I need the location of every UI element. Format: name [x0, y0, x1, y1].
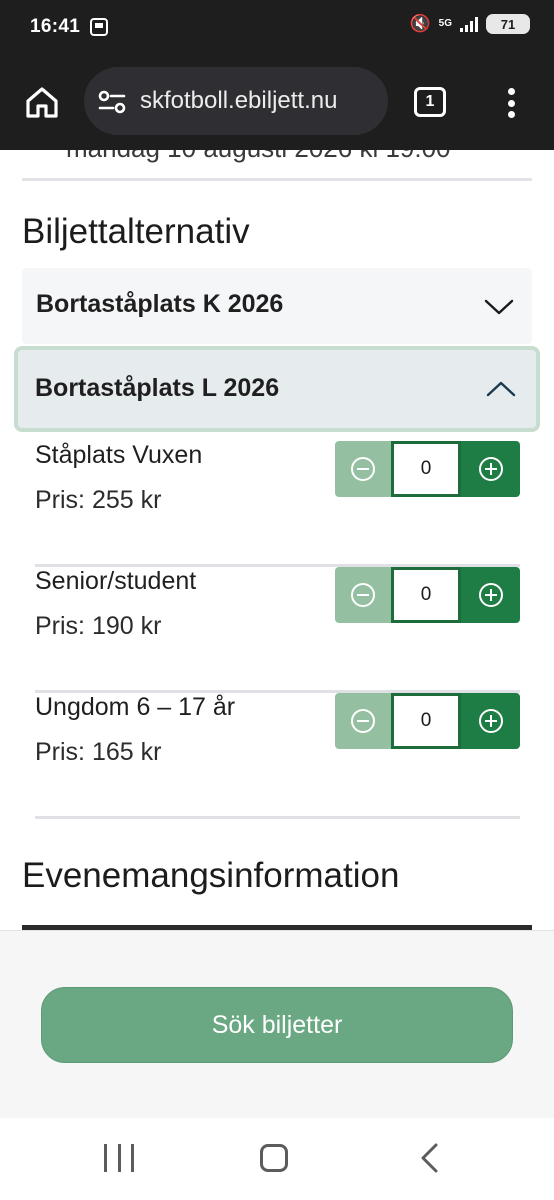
home-icon	[26, 87, 58, 118]
increase-button[interactable]	[461, 567, 520, 623]
ticket-section-title: Biljettalternativ	[22, 212, 250, 251]
status-icons: 🔇 5G 71	[409, 14, 530, 34]
back-icon[interactable]	[418, 1142, 440, 1174]
ticket-row: Ungdom 6 – 17 år Pris: 165 kr 0	[35, 693, 520, 819]
address-bar[interactable]: skfotboll.ebiljett.nu	[84, 67, 388, 135]
ticket-name: Ståplats Vuxen	[35, 441, 203, 469]
accordion-bortastaplats-k[interactable]: Bortaståplats K 2026	[22, 268, 532, 344]
page-content: måndag 10 augusti 2026 kl 19:00 Biljetta…	[0, 150, 554, 930]
system-nav-bar	[0, 1118, 554, 1200]
recents-icon[interactable]	[104, 1144, 134, 1172]
status-bar: 16:41 🔇 5G 71	[0, 0, 554, 58]
site-settings-icon[interactable]	[98, 88, 126, 116]
quantity-stepper: 0	[335, 693, 520, 749]
ticket-price: Pris: 255 kr	[35, 486, 162, 514]
decrease-button[interactable]	[335, 693, 391, 749]
accordion-label: Bortaståplats L 2026	[35, 374, 280, 402]
search-tickets-button[interactable]: Sök biljetter	[41, 987, 513, 1063]
ticket-price: Pris: 190 kr	[35, 612, 162, 640]
home-nav-icon[interactable]	[260, 1144, 288, 1172]
decrease-button[interactable]	[335, 441, 391, 497]
home-button[interactable]	[24, 84, 60, 120]
network-type: 5G	[438, 18, 452, 29]
chevron-up-icon	[486, 381, 516, 397]
more-options-icon[interactable]	[500, 86, 522, 120]
quantity-input[interactable]: 0	[391, 567, 461, 623]
minus-circle-icon	[351, 583, 375, 607]
url-text[interactable]: skfotboll.ebiljett.nu	[140, 87, 380, 115]
increase-button[interactable]	[461, 693, 520, 749]
bottom-action-bar: Sök biljetter	[0, 930, 554, 1118]
event-section-title: Evenemangsinformation	[22, 856, 400, 895]
decrease-button[interactable]	[335, 567, 391, 623]
signal-icon	[460, 16, 478, 32]
tab-switcher-button[interactable]: 1	[414, 87, 446, 117]
divider	[22, 178, 532, 181]
plus-circle-icon	[478, 457, 503, 481]
accordion-bortastaplats-l[interactable]: Bortaståplats L 2026	[14, 346, 540, 432]
plus-circle-icon	[478, 583, 503, 607]
notification-icon	[90, 18, 108, 36]
minus-circle-icon	[351, 709, 375, 733]
ticket-row: Ståplats Vuxen Pris: 255 kr 0	[35, 441, 520, 567]
status-time: 16:41	[30, 16, 81, 37]
minus-circle-icon	[351, 457, 375, 481]
ticket-row: Senior/student Pris: 190 kr 0	[35, 567, 520, 693]
quantity-stepper: 0	[335, 567, 520, 623]
ticket-price: Pris: 165 kr	[35, 738, 162, 766]
increase-button[interactable]	[461, 441, 520, 497]
quantity-stepper: 0	[335, 441, 520, 497]
chevron-down-icon	[484, 299, 514, 315]
browser-toolbar: skfotboll.ebiljett.nu 1	[0, 58, 554, 150]
event-date-text: måndag 10 augusti 2026 kl 19:00	[66, 150, 451, 164]
mute-icon: 🔇	[409, 14, 431, 33]
quantity-input[interactable]: 0	[391, 693, 461, 749]
plus-circle-icon	[478, 709, 503, 733]
divider	[35, 816, 520, 819]
ticket-name: Senior/student	[35, 567, 197, 595]
accordion-label: Bortaståplats K 2026	[36, 290, 284, 318]
ticket-name: Ungdom 6 – 17 år	[35, 693, 236, 721]
battery-level: 71	[486, 14, 530, 34]
quantity-input[interactable]: 0	[391, 441, 461, 497]
